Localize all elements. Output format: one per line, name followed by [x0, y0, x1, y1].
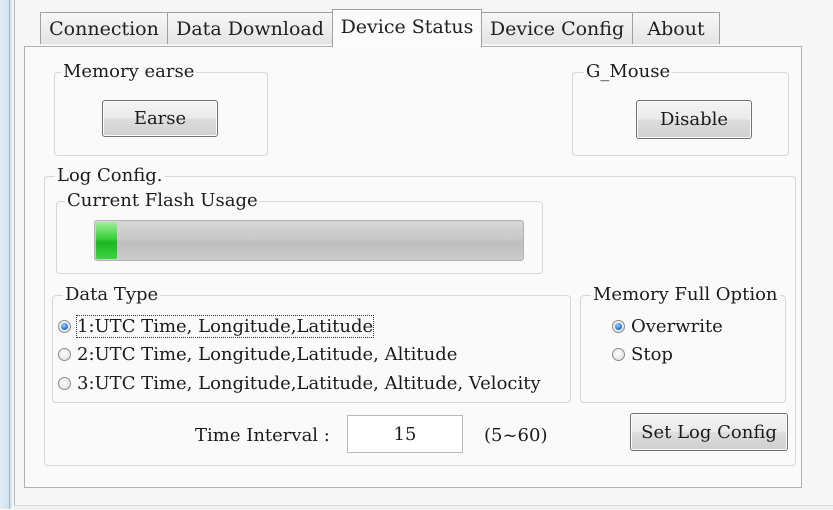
- memory-full-option-overwrite[interactable]: Overwrite: [612, 316, 723, 337]
- radio-button-checked-icon[interactable]: [612, 320, 625, 333]
- tab-connection[interactable]: Connection: [40, 12, 168, 44]
- memory-full-option-stop[interactable]: Stop: [612, 344, 673, 365]
- memory-full-option-overwrite-label: Overwrite: [631, 316, 723, 337]
- time-interval-label: Time Interval :: [195, 425, 330, 446]
- window-frame-line: [9, 0, 10, 509]
- tab-label: Connection: [49, 17, 159, 40]
- time-interval-input[interactable]: [347, 415, 463, 453]
- data-type-option-1[interactable]: 1:UTC Time, Longitude,Latitude: [58, 315, 375, 338]
- memory-full-option-group-label: Memory Full Option: [591, 284, 780, 305]
- memory-full-option-group: [580, 295, 786, 403]
- tab-about[interactable]: About: [632, 12, 720, 44]
- dialog-border: [14, 0, 15, 509]
- data-type-option-3[interactable]: 3:UTC Time, Longitude,Latitude, Altitude…: [58, 373, 541, 394]
- flash-usage-progress-bar: [94, 220, 524, 261]
- tab-label: Device Status: [340, 16, 474, 38]
- flash-usage-progress-fill: [96, 222, 118, 259]
- tab-label: Device Config: [489, 17, 625, 40]
- radio-button-icon[interactable]: [58, 348, 71, 361]
- radio-button-icon[interactable]: [612, 348, 625, 361]
- time-interval-range-hint: (5~60): [484, 425, 548, 446]
- data-type-option-1-label: 1:UTC Time, Longitude,Latitude: [75, 315, 375, 338]
- erase-button[interactable]: Earse: [102, 100, 218, 137]
- window-frame-edge: [0, 0, 14, 509]
- data-type-option-3-label: 3:UTC Time, Longitude,Latitude, Altitude…: [77, 373, 541, 394]
- tab-device-config[interactable]: Device Config: [481, 12, 633, 44]
- memory-erase-group-label: Memory earse: [61, 61, 197, 82]
- flash-usage-group-label: Current Flash Usage: [65, 190, 260, 211]
- tab-label: Data Download: [176, 17, 324, 40]
- data-type-option-2[interactable]: 2:UTC Time, Longitude,Latitude, Altitude: [58, 344, 457, 365]
- tab-label: About: [647, 17, 705, 40]
- radio-button-checked-icon[interactable]: [58, 320, 71, 333]
- memory-full-option-stop-label: Stop: [631, 344, 673, 365]
- radio-button-icon[interactable]: [58, 377, 71, 390]
- tab-data-download[interactable]: Data Download: [167, 12, 333, 44]
- set-log-config-button[interactable]: Set Log Config: [630, 413, 788, 451]
- dialog-bottom-edge: [14, 505, 833, 510]
- g-mouse-group-label: G_Mouse: [584, 61, 673, 82]
- tab-device-status[interactable]: Device Status: [332, 9, 482, 47]
- data-type-option-2-label: 2:UTC Time, Longitude,Latitude, Altitude: [77, 344, 458, 365]
- log-config-group-label: Log Config.: [55, 165, 165, 186]
- data-type-group-label: Data Type: [63, 284, 161, 305]
- disable-button[interactable]: Disable: [636, 100, 752, 139]
